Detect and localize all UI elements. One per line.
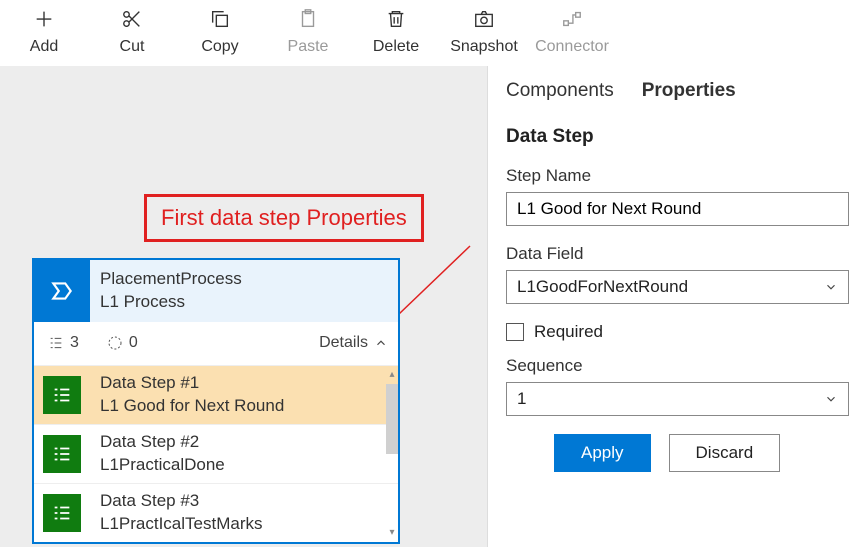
process-title: PlacementProcess: [100, 268, 242, 291]
snapshot-button[interactable]: Snapshot: [440, 6, 528, 56]
trash-icon: [385, 6, 407, 32]
step-subtitle: L1PracticalDone: [100, 454, 388, 477]
connector-icon: [561, 6, 583, 32]
discard-button[interactable]: Discard: [669, 434, 781, 472]
tab-properties[interactable]: Properties: [642, 80, 736, 104]
cut-button[interactable]: Cut: [88, 6, 176, 56]
step-row-1[interactable]: Data Step #1 L1 Good for Next Round: [34, 366, 398, 425]
process-titles: PlacementProcess L1 Process: [90, 260, 252, 322]
properties-panel: Components Properties Data Step Step Nam…: [487, 66, 867, 547]
branch-count: 0: [107, 334, 138, 352]
paste-button[interactable]: Paste: [264, 6, 352, 56]
sequence-label: Sequence: [506, 356, 849, 376]
step-row-2[interactable]: Data Step #2 L1PracticalDone: [34, 425, 398, 484]
step-title: Data Step #1: [100, 372, 388, 395]
chevron-down-icon: [824, 392, 838, 406]
form-icon: [34, 484, 90, 542]
connector-button[interactable]: Connector: [528, 6, 616, 56]
cut-label: Cut: [120, 38, 145, 56]
delete-label: Delete: [373, 38, 419, 56]
form-icon: [34, 425, 90, 483]
copy-label: Copy: [201, 38, 238, 56]
copy-button[interactable]: Copy: [176, 6, 264, 56]
sequence-select[interactable]: 1: [506, 382, 849, 416]
camera-icon: [473, 6, 495, 32]
step-title: Data Step #3: [100, 490, 388, 513]
tab-components[interactable]: Components: [506, 80, 614, 104]
step-name-input[interactable]: [506, 192, 849, 226]
sequence-value: 1: [517, 389, 526, 409]
apply-button[interactable]: Apply: [554, 434, 651, 472]
add-label: Add: [30, 38, 58, 56]
checkbox-icon: [506, 323, 524, 341]
data-field-label: Data Field: [506, 244, 849, 264]
steps-count: 3: [48, 334, 79, 352]
required-checkbox[interactable]: Required: [506, 322, 849, 342]
annotation-box: First data step Properties: [144, 194, 424, 242]
step-list: Data Step #1 L1 Good for Next Round Data…: [34, 366, 398, 542]
form-icon: [34, 366, 90, 424]
step-subtitle: L1 Good for Next Round: [100, 395, 388, 418]
section-title: Data Step: [506, 126, 849, 148]
process-card[interactable]: PlacementProcess L1 Process 3 0 Details: [32, 258, 400, 544]
required-label: Required: [534, 322, 603, 342]
button-row: Apply Discard: [506, 434, 849, 472]
snapshot-label: Snapshot: [450, 38, 518, 56]
plus-icon: [33, 6, 55, 32]
scissors-icon: [121, 6, 143, 32]
chevron-up-icon: [374, 336, 388, 350]
add-button[interactable]: Add: [0, 6, 88, 56]
copy-icon: [209, 6, 231, 32]
step-row-3[interactable]: Data Step #3 L1PractIcalTestMarks: [34, 484, 398, 542]
step-title: Data Step #2: [100, 431, 388, 454]
delete-button[interactable]: Delete: [352, 6, 440, 56]
paste-label: Paste: [288, 38, 329, 56]
process-header[interactable]: PlacementProcess L1 Process: [34, 260, 398, 322]
data-field-select[interactable]: L1GoodForNextRound: [506, 270, 849, 304]
panel-tabs: Components Properties: [506, 80, 849, 104]
data-field-value: L1GoodForNextRound: [517, 277, 688, 297]
dashed-circle-icon: [107, 335, 123, 351]
connector-label: Connector: [535, 38, 609, 56]
clipboard-icon: [297, 6, 319, 32]
list-icon: [48, 335, 64, 351]
step-subtitle: L1PractIcalTestMarks: [100, 513, 388, 536]
process-subtitle: L1 Process: [100, 291, 242, 314]
chevron-down-icon: [824, 280, 838, 294]
chevron-tag-icon: [34, 260, 90, 322]
step-name-label: Step Name: [506, 166, 849, 186]
details-toggle[interactable]: Details: [319, 334, 388, 352]
process-stats-bar: 3 0 Details: [34, 322, 398, 366]
toolbar: Add Cut Copy Paste Delete Snapshot Conne…: [0, 0, 867, 71]
